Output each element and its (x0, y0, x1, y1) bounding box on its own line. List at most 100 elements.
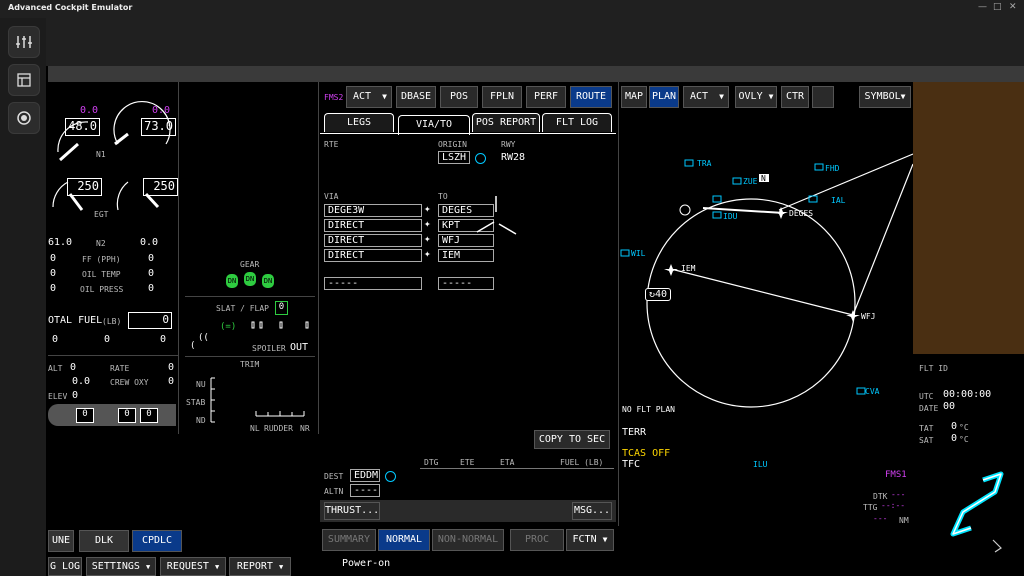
menu-perf[interactable]: PERF (526, 86, 566, 108)
msg-button[interactable]: MSG... (572, 502, 612, 520)
cabin-value: 0.0 (72, 376, 91, 387)
origin-field[interactable]: LSZH (438, 151, 470, 164)
minimize-icon[interactable]: — (978, 2, 987, 12)
trim-label: TRIM (240, 360, 260, 369)
fms-panel: FMS2 ACT ▼ DBASE POS FPLN PERF ROUTE LEGS… (320, 82, 616, 522)
tab-dlk[interactable]: DLK (79, 530, 129, 552)
waypoint-wfj[interactable]: WFJ (861, 312, 875, 321)
menu-fpln[interactable]: FPLN (482, 86, 522, 108)
plan-button[interactable]: PLAN (649, 86, 679, 108)
tcas-status: TCAS OFF (622, 448, 671, 459)
report-dropdown[interactable]: REPORT ▼ (229, 557, 291, 576)
symbol-dropdown[interactable]: SYMBOL▼ (859, 86, 911, 108)
eta-label: ETA (500, 458, 515, 467)
waypoint-deges[interactable]: DEGES (789, 209, 813, 218)
altn-field[interactable]: ---- (350, 484, 380, 497)
tab-normal[interactable]: NORMAL (378, 529, 430, 551)
request-dropdown[interactable]: REQUEST ▼ (160, 557, 226, 576)
chevron-down-icon: ▼ (719, 92, 724, 101)
tab-summary[interactable]: SUMMARY (322, 529, 376, 551)
maximize-icon[interactable]: □ (993, 2, 1002, 12)
to-empty-field[interactable]: ----- (438, 277, 494, 290)
via-field-1[interactable]: DEGE3W (324, 204, 422, 217)
close-icon[interactable]: ✕ (1009, 2, 1017, 12)
dtk-label: DTK (873, 492, 888, 501)
menu-pos[interactable]: POS (440, 86, 478, 108)
dest-select-icon[interactable] (385, 471, 396, 482)
waypoint-zue[interactable]: ZUE (743, 177, 757, 186)
dtg-label: DTG (424, 458, 439, 467)
weather-radar-area (913, 82, 1024, 354)
blank-button[interactable] (812, 86, 834, 108)
settings-dropdown[interactable]: SETTINGS ▼ (86, 557, 156, 576)
waypoint-ial[interactable]: IAL (831, 196, 845, 205)
record-icon (17, 111, 31, 125)
origin-select-icon[interactable] (475, 153, 486, 164)
tab-legs[interactable]: LEGS (324, 113, 394, 132)
via-empty-field[interactable]: ----- (324, 277, 422, 290)
via-field-4[interactable]: DIRECT (324, 249, 422, 262)
waypoint-cva[interactable]: CVA (865, 387, 879, 396)
fctn-label: FCTN (572, 534, 597, 545)
via-field-2[interactable]: DIRECT (324, 219, 422, 232)
nav-mode-dropdown[interactable]: ACT ▼ (683, 86, 729, 108)
chevron-down-icon: ▼ (768, 92, 774, 101)
gear-label: GEAR (240, 260, 260, 269)
waypoint-iem[interactable]: IEM (681, 264, 695, 273)
origin-label: ORIGIN (438, 140, 467, 149)
fctn-dropdown[interactable]: FCTN ▼ (566, 529, 614, 551)
egt-right-value: 250 (143, 178, 178, 196)
fms-mode-dropdown[interactable]: ACT ▼ (346, 86, 392, 108)
waypoint-wil[interactable]: WIL (631, 249, 645, 258)
tab-pos-report[interactable]: POS REPORT (472, 113, 540, 132)
tat-unit: °C (959, 423, 969, 432)
slat-flap-label: SLAT / FLAP (216, 304, 269, 313)
rwy-value: RW28 (501, 152, 526, 163)
total-fuel-label: OTAL FUEL (48, 315, 103, 326)
route-glyph (476, 196, 517, 235)
app-title: Advanced Cockpit Emulator (8, 3, 133, 12)
sidebar (0, 18, 46, 576)
elev-label: ELEV (48, 392, 68, 401)
menu-dbase[interactable]: DBASE (396, 86, 436, 108)
waypoint-tra[interactable]: TRA (697, 159, 711, 168)
to-field-4[interactable]: IEM (438, 249, 494, 262)
ctr-button[interactable]: CTR (781, 86, 809, 108)
bottom-box-3: 0 (140, 408, 158, 423)
terr-text: TERR (622, 427, 647, 438)
sidebar-item-layout[interactable] (8, 64, 40, 96)
menu-route[interactable]: ROUTE (570, 86, 612, 108)
tab-via-to[interactable]: VIA/TO (398, 115, 470, 135)
sidebar-item-record[interactable] (8, 102, 40, 134)
ovly-dropdown[interactable]: OVLY ▼ (735, 86, 777, 108)
north-marker: N (761, 174, 766, 183)
tab-proc[interactable]: PROC (510, 529, 564, 551)
msg-log-button[interactable]: G LOG (48, 557, 82, 576)
tab-tune[interactable]: UNE (48, 530, 74, 552)
bottom-box-2: 0 (118, 408, 136, 423)
sidebar-item-controls[interactable] (8, 26, 40, 58)
svg-text:(: ( (190, 341, 195, 351)
waypoint-ilu[interactable]: ILU (753, 460, 767, 469)
fuel-tank-right: 0 (160, 334, 167, 345)
fms-source: FMS2 (324, 93, 344, 102)
date-value: 00 (943, 401, 956, 412)
tab-flt-log[interactable]: FLT LOG (542, 113, 612, 132)
map-button[interactable]: MAP (621, 86, 647, 108)
tfc-text: TFC (622, 459, 641, 470)
tab-non-normal[interactable]: NON-NORMAL (432, 529, 504, 551)
thrust-button[interactable]: THRUST... (324, 502, 380, 520)
waypoint-star-icon: ✦ (424, 247, 431, 260)
waypoint-idu[interactable]: IDU (723, 212, 737, 221)
ttg-label: TTG (863, 503, 878, 512)
copy-to-sec-button[interactable]: COPY TO SEC (534, 430, 610, 449)
checklist-item[interactable]: Power-on (342, 558, 390, 569)
range-selector[interactable]: ↻40 (645, 288, 672, 301)
ete-label: ETE (460, 458, 475, 467)
tab-cpdlc[interactable]: CPDLC (132, 530, 182, 552)
waypoint-fhd[interactable]: FHD (825, 164, 839, 173)
dest-field[interactable]: EDDM (350, 469, 380, 482)
chevron-down-icon: ▼ (214, 563, 220, 571)
via-field-3[interactable]: DIRECT (324, 234, 422, 247)
fuel-tank-left: 0 (52, 334, 59, 345)
